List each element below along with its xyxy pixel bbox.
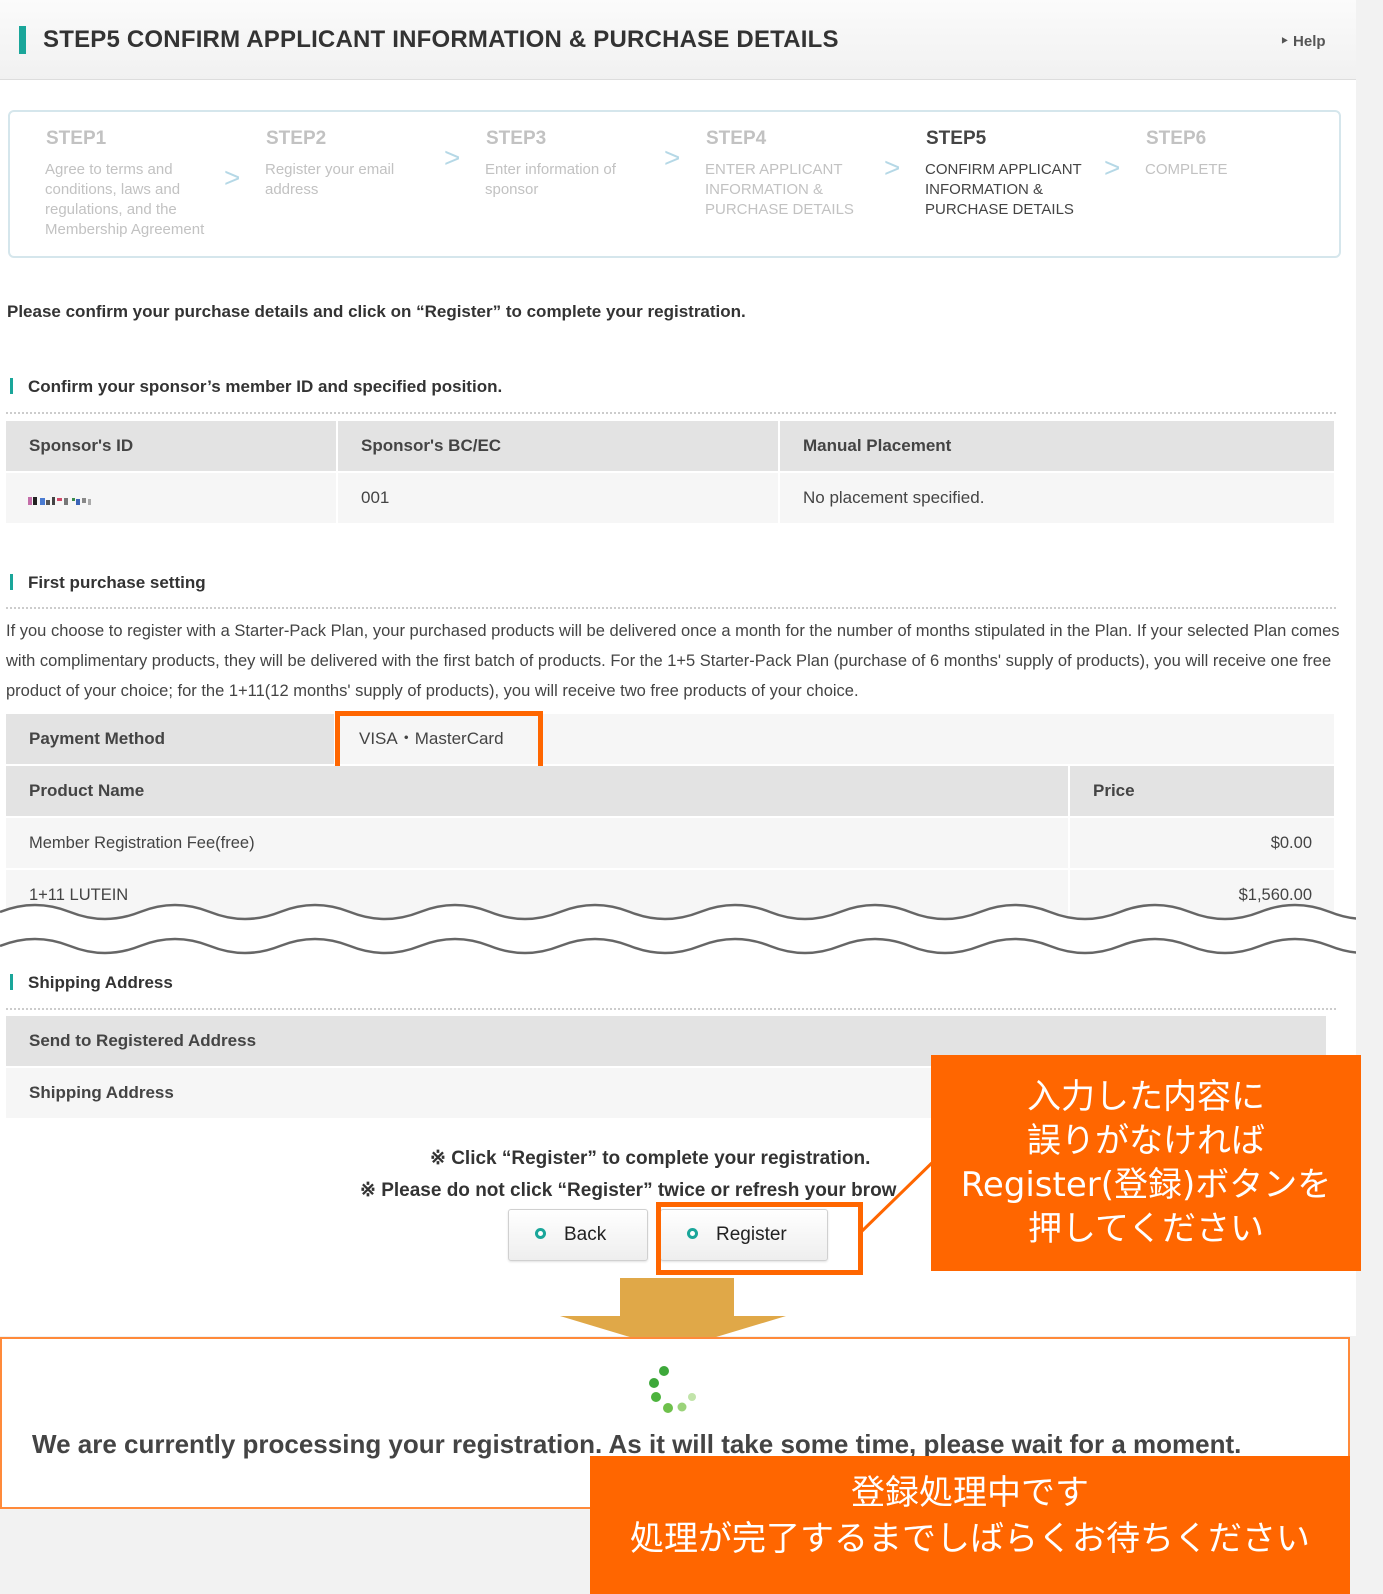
- intro-text: Please confirm your purchase details and…: [7, 302, 746, 321]
- sponsor-id-value-redacted: [28, 493, 100, 505]
- back-button-label: Back: [564, 1224, 607, 1245]
- step-6-number: STEP6: [1146, 128, 1207, 149]
- divider: [6, 607, 1336, 609]
- purchase-heading-text: First purchase setting: [28, 573, 206, 592]
- step-arrow-icon: >: [1104, 152, 1121, 183]
- step-1: STEP1 Agree to terms and conditions, law…: [45, 128, 220, 240]
- step-4-number: STEP4: [706, 128, 767, 149]
- content-break-wave: [0, 903, 1356, 955]
- step-arrow-icon: >: [884, 152, 901, 183]
- section-marker: [10, 574, 13, 590]
- step-1-label: Agree to terms and conditions, laws and …: [45, 161, 205, 238]
- callout-line: 入力した内容に: [1027, 1077, 1265, 1117]
- manual-placement-header: Manual Placement: [803, 436, 952, 455]
- header-accent-bar: [19, 26, 26, 54]
- sponsor-heading-text: Confirm your sponsor’s member ID and spe…: [28, 377, 503, 396]
- price-header: Price: [1070, 766, 1334, 816]
- callout-line: 誤りがなければ: [1027, 1121, 1265, 1161]
- step-2-number: STEP2: [266, 128, 327, 149]
- help-link[interactable]: ‣ Help: [1280, 32, 1326, 50]
- step-4: STEP4 ENTER APPLICANT INFORMATION & PURC…: [705, 128, 880, 220]
- step-arrow-icon: >: [444, 142, 461, 173]
- processing-callout: 登録処理中です 処理が完了するまでしばらくお待ちください: [590, 1456, 1350, 1594]
- starter-pack-description: If you choose to register with a Starter…: [6, 622, 1340, 700]
- payment-method-highlight: [335, 711, 543, 771]
- step-arrow-icon: >: [664, 142, 681, 173]
- step-2-label: Register your email address: [265, 161, 395, 198]
- callout-line: 登録処理中です: [851, 1473, 1089, 1513]
- step-arrow-icon: >: [224, 162, 241, 193]
- callout-line: 処理が完了するまでしばらくお待ちください: [630, 1519, 1310, 1559]
- register-note-2: ※ Please do not click “Register” twice o…: [360, 1180, 897, 1201]
- step-progress: STEP1 Agree to terms and conditions, law…: [8, 110, 1341, 258]
- callout-line: 押してください: [1028, 1209, 1264, 1249]
- step-3-number: STEP3: [486, 128, 547, 149]
- register-button-highlight: [656, 1202, 863, 1275]
- step-3: STEP3 Enter information of sponsor: [485, 128, 660, 200]
- column-separator: [778, 421, 780, 523]
- step-1-number: STEP1: [46, 128, 107, 149]
- shipping-heading-text: Shipping Address: [28, 973, 173, 992]
- product-row-name: Member Registration Fee(free): [6, 818, 1068, 868]
- step-4-label: ENTER APPLICANT INFORMATION & PURCHASE D…: [705, 161, 854, 218]
- payment-method-label: Payment Method: [6, 714, 334, 764]
- product-name-header: Product Name: [6, 766, 1068, 816]
- bullet-icon: [535, 1228, 546, 1239]
- page-header: STEP5 CONFIRM APPLICANT INFORMATION & PU…: [0, 0, 1356, 80]
- page-title: STEP5 CONFIRM APPLICANT INFORMATION & PU…: [43, 26, 839, 53]
- loading-spinner-icon: [649, 1366, 696, 1413]
- step-6: STEP6 COMPLETE: [1145, 128, 1320, 180]
- back-button[interactable]: Back: [508, 1209, 648, 1261]
- step-5-number: STEP5: [926, 128, 987, 149]
- sponsor-id-header: Sponsor's ID: [29, 436, 134, 455]
- step-5: STEP5 CONFIRM APPLICANT INFORMATION & PU…: [925, 128, 1100, 220]
- shipping-section-heading: Shipping Address: [10, 973, 173, 993]
- register-instruction-callout: 入力した内容に 誤りがなければ Register(登録)ボタンを 押してください: [931, 1055, 1361, 1271]
- sponsor-bcec-header: Sponsor's BC/EC: [361, 436, 502, 455]
- section-marker: [10, 378, 13, 394]
- divider: [6, 1008, 1336, 1010]
- manual-placement-value: No placement specified.: [803, 488, 985, 507]
- sponsor-bcec-value: 001: [361, 488, 390, 507]
- product-row-price: $0.00: [1070, 818, 1334, 868]
- step-6-label: COMPLETE: [1145, 161, 1228, 178]
- purchase-section-heading: First purchase setting: [10, 573, 206, 593]
- step-2: STEP2 Register your email address: [265, 128, 440, 200]
- step-3-label: Enter information of sponsor: [485, 161, 616, 198]
- step-5-label: CONFIRM APPLICANT INFORMATION & PURCHASE…: [925, 161, 1082, 218]
- register-note-1: ※ Click “Register” to complete your regi…: [430, 1148, 871, 1169]
- divider: [6, 412, 1336, 414]
- section-marker: [10, 974, 13, 990]
- callout-line: Register(登録)ボタンを: [960, 1165, 1332, 1205]
- sponsor-section-heading: Confirm your sponsor’s member ID and spe…: [10, 377, 502, 397]
- column-separator: [336, 421, 338, 523]
